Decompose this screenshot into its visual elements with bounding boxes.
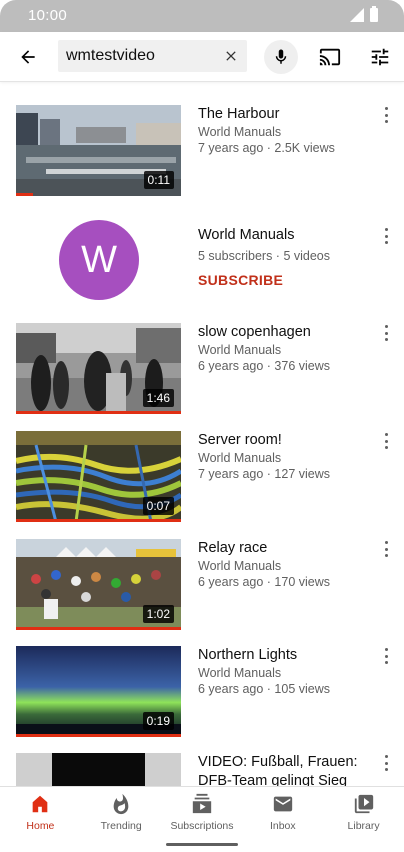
microphone-icon [275,49,287,64]
cast-icon [319,48,341,66]
video-result[interactable]: 0:11 The Harbour World Manuals 7 years a… [0,105,404,197]
watch-progress-bar [16,193,33,196]
more-options-button[interactable] [382,541,390,557]
video-result[interactable]: VIDEO: Fußball, Frauen: DFB-Team gelingt… [0,753,404,786]
search-header: wmtestvideo [0,32,404,82]
subscriptions-icon [191,793,213,815]
back-button[interactable] [14,43,42,71]
channel-info: World Manuals 5 subscribers · 5 videos S… [198,226,368,288]
video-title: slow copenhagen [198,324,311,340]
video-duration: 0:19 [142,712,174,730]
watch-progress-bar [16,519,181,522]
flame-icon [110,793,132,815]
nav-inbox[interactable]: Inbox [242,787,323,836]
video-title: The Harbour [198,106,280,122]
watch-progress-bar [16,627,181,630]
video-duration: 1:46 [142,389,174,407]
channel-avatar-letter: W [81,238,117,281]
video-thumbnail[interactable]: 0:19 [16,646,181,737]
video-duration: 0:07 [142,497,174,515]
video-info: The Harbour World Manuals 7 years ago · … [198,105,368,156]
nav-label: Trending [100,820,142,832]
nav-label: Library [347,820,380,832]
status-time: 10:00 [28,7,68,24]
video-thumbnail[interactable] [16,753,181,786]
video-channel: World Manuals [198,666,282,680]
nav-subscriptions[interactable]: Subscriptions [162,787,243,836]
video-thumbnail[interactable]: 1:46 [16,323,181,414]
close-icon [226,51,236,61]
video-title: VIDEO: Fußball, Frauen: DFB-Team gelingt… [198,754,358,786]
search-input[interactable]: wmtestvideo [58,40,247,72]
video-meta: 7 years ago · 2.5K views [198,141,335,155]
video-channel: World Manuals [198,343,282,357]
video-info: VIDEO: Fußball, Frauen: DFB-Team gelingt… [198,753,368,786]
library-icon [353,793,375,815]
video-result[interactable]: 0:07 Server room! World Manuals 7 years … [0,431,404,523]
video-result[interactable]: 1:02 Relay race World Manuals 6 years ag… [0,539,404,631]
video-duration: 0:11 [143,171,174,189]
video-info: Relay race World Manuals 6 years ago · 1… [198,539,368,590]
more-options-button[interactable] [382,755,390,771]
video-title: Server room! [198,432,282,448]
watch-progress-bar [16,411,181,414]
bottom-navigation: Home Trending Subscriptions Inbox Librar… [0,786,404,836]
status-bar: 10:00 [0,0,404,32]
nav-home[interactable]: Home [0,787,81,836]
channel-avatar[interactable]: W [59,220,139,300]
video-meta: 7 years ago · 127 views [198,467,331,481]
battery-icon [370,6,378,22]
video-thumbnail[interactable]: 0:11 [16,105,181,196]
nav-label: Subscriptions [170,820,234,832]
subscribe-button[interactable]: SUBSCRIBE [198,272,368,288]
watch-progress-bar [16,734,181,737]
video-meta: 6 years ago · 105 views [198,682,331,696]
filter-sliders-icon [371,48,389,66]
video-result[interactable]: 0:19 Northern Lights World Manuals 6 yea… [0,646,404,738]
thumbnail-image-dark [16,753,181,786]
clear-search-button[interactable] [221,46,241,66]
search-results-list: 0:11 The Harbour World Manuals 7 years a… [0,82,404,786]
video-title: Relay race [198,540,268,556]
mail-icon [272,793,294,815]
search-query-text: wmtestvideo [66,47,155,64]
status-icons [350,6,378,22]
more-options-button[interactable] [382,433,390,449]
back-arrow-icon [21,50,35,64]
video-duration: 1:02 [142,605,174,623]
more-options-button[interactable] [382,107,390,123]
video-channel: World Manuals [198,125,282,139]
video-info: slow copenhagen World Manuals 6 years ag… [198,323,368,374]
more-options-button[interactable] [382,648,390,664]
video-meta: 6 years ago · 376 views [198,359,331,373]
channel-result[interactable]: W World Manuals 5 subscribers · 5 videos… [0,220,404,312]
video-info: Server room! World Manuals 7 years ago ·… [198,431,368,482]
channel-meta: 5 subscribers · 5 videos [198,249,331,263]
video-thumbnail[interactable]: 0:07 [16,431,181,522]
home-indicator[interactable] [166,843,238,846]
signal-icon [350,8,364,22]
nav-label: Inbox [269,820,296,832]
video-meta: 6 years ago · 170 views [198,575,331,589]
channel-name: World Manuals [198,227,295,243]
search-filters-button[interactable] [366,43,394,71]
nav-label: Home [26,820,55,832]
home-icon [29,793,51,815]
more-options-button[interactable] [382,228,390,244]
cast-button[interactable] [316,43,344,71]
video-thumbnail[interactable]: 1:02 [16,539,181,630]
video-channel: World Manuals [198,559,282,573]
nav-library[interactable]: Library [323,787,404,836]
more-options-button[interactable] [382,325,390,341]
video-result[interactable]: 1:46 slow copenhagen World Manuals 6 yea… [0,323,404,415]
video-title: Northern Lights [198,647,298,663]
nav-trending[interactable]: Trending [81,787,162,836]
video-channel: World Manuals [198,451,282,465]
video-info: Northern Lights World Manuals 6 years ag… [198,646,368,697]
voice-search-button[interactable] [264,40,298,74]
